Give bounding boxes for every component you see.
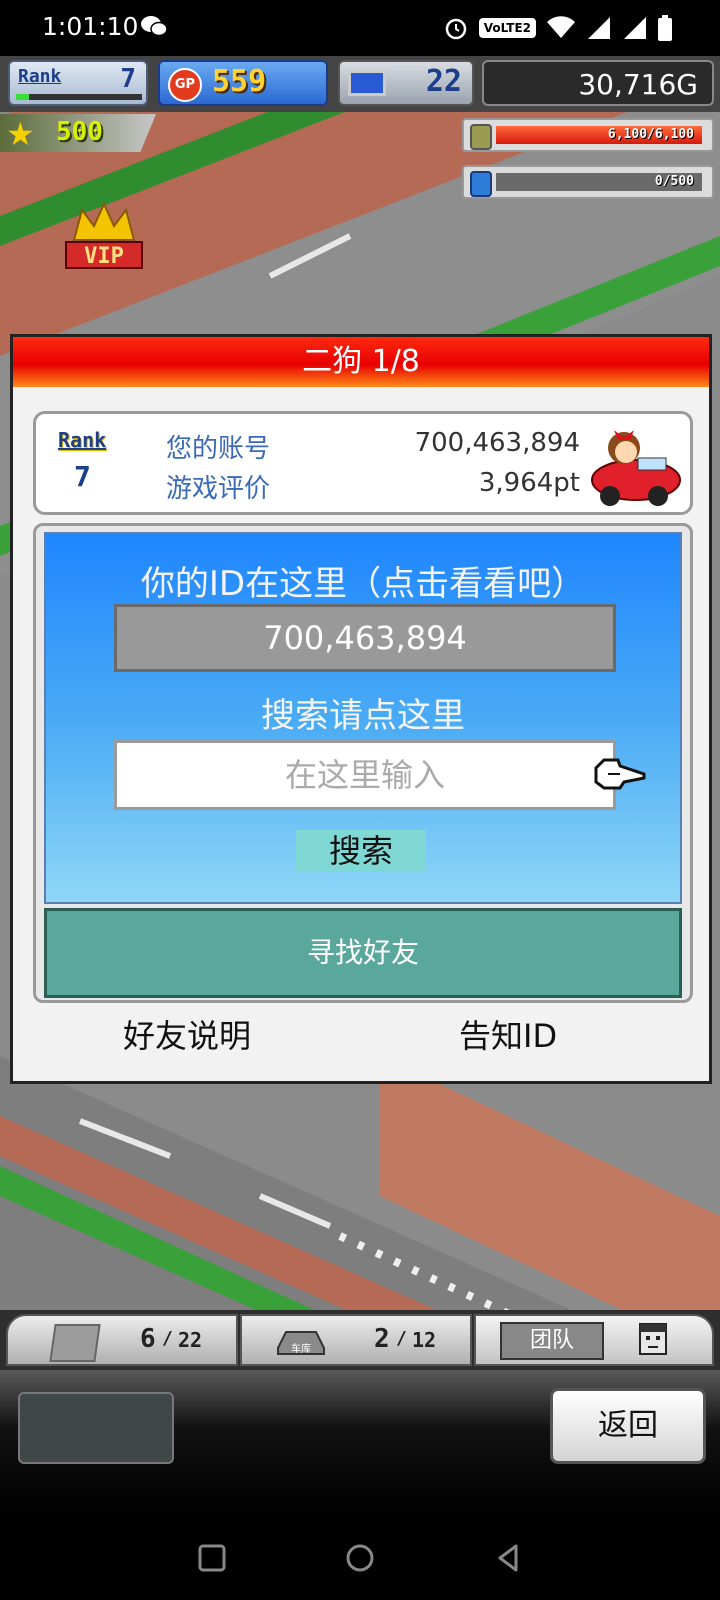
signal-icon xyxy=(624,17,646,39)
back-nav-icon[interactable] xyxy=(492,1542,524,1574)
star-icon: ★ xyxy=(6,115,35,153)
empty-slot-button[interactable] xyxy=(18,1392,174,1464)
home-icon[interactable] xyxy=(344,1542,376,1574)
profile-card: Rank 7 您的账号 700,463,894 游戏评价 3,964pt xyxy=(33,411,693,515)
vip-badge[interactable]: VIP xyxy=(64,200,144,276)
alarm-icon xyxy=(445,18,466,40)
gp-panel[interactable]: GP 559 xyxy=(158,60,328,106)
rank-progress-bar xyxy=(16,94,142,100)
gp-value: 559 xyxy=(212,64,267,99)
wechat-icon xyxy=(141,16,168,37)
crown-icon: VIP xyxy=(65,201,143,269)
garage-car-icon: 车库 xyxy=(277,1331,325,1355)
account-label: 您的账号 xyxy=(166,434,271,464)
cars-separator: / xyxy=(162,1328,173,1349)
search-button[interactable]: 搜索 xyxy=(296,830,426,872)
battery-icon xyxy=(658,15,672,41)
pc-value: 22 xyxy=(425,64,462,99)
tab-cars[interactable]: 6 / 22 xyxy=(6,1314,238,1366)
gp-coin-icon: GP xyxy=(168,68,202,102)
find-friends-button[interactable]: 寻找好友 xyxy=(44,908,682,998)
fuel-track: 6,100/6,100 xyxy=(496,126,702,144)
rank-label: Rank xyxy=(18,66,62,87)
rank-panel[interactable]: Rank 7 xyxy=(8,60,148,106)
dialog-title: 二狗 1/8 xyxy=(13,337,709,387)
avatar-car-icon xyxy=(591,430,681,506)
account-value: 700,463,894 xyxy=(414,428,580,458)
search-hint-text: 搜索请点这里 xyxy=(261,696,465,736)
friend-id-search-input[interactable] xyxy=(114,740,616,810)
money-panel[interactable]: 30,716G xyxy=(482,60,714,106)
computer-icon xyxy=(348,70,386,96)
oil-gauge[interactable]: 0/500 xyxy=(462,165,714,199)
id-search-panel: 你的ID在这里（点击看看吧） 700,463,894 搜索请点这里 搜索 xyxy=(44,532,682,904)
star-points-value: 500 xyxy=(56,117,103,147)
signal-icon xyxy=(588,17,610,39)
top-hud: Rank 7 GP 559 22 30,716G xyxy=(0,56,720,112)
status-icons: VoLTE2 xyxy=(443,14,672,42)
team-label: 团队 xyxy=(500,1322,604,1360)
pointing-hand-icon xyxy=(594,758,646,790)
profile-rank-label: Rank xyxy=(58,428,107,452)
bottom-action-bar: 返回 xyxy=(0,1370,720,1516)
cars-count: 6 xyxy=(140,1324,156,1354)
rank-progress-fill xyxy=(16,94,29,100)
my-id-box[interactable]: 700,463,894 xyxy=(114,604,616,672)
crate-icon xyxy=(49,1324,101,1362)
rating-label: 游戏评价 xyxy=(166,474,271,504)
pc-panel[interactable]: 22 xyxy=(338,60,474,106)
garage-count: 2 xyxy=(374,1324,390,1354)
cars-total: 22 xyxy=(178,1328,203,1352)
notify-id-link[interactable]: 告知ID xyxy=(459,1011,557,1057)
friends-dialog: 二狗 1/8 Rank 7 您的账号 700,463,894 游戏评价 3,96… xyxy=(10,334,712,1084)
money-value: 30,716G xyxy=(578,68,698,101)
friend-help-link[interactable]: 好友说明 xyxy=(123,1011,251,1057)
garage-separator: / xyxy=(396,1328,407,1349)
wifi-icon xyxy=(547,16,575,38)
fuel-text: 6,100/6,100 xyxy=(607,127,694,142)
star-points-panel[interactable]: ★ 500 xyxy=(0,114,156,152)
vip-text: VIP xyxy=(84,244,124,269)
oil-can-icon xyxy=(470,171,492,197)
profile-rank-value: 7 xyxy=(74,460,91,493)
rank-value: 7 xyxy=(120,64,136,94)
bottom-tab-bar: 6 / 22 车库 2 / 12 团队 xyxy=(0,1310,720,1370)
oil-track: 0/500 xyxy=(496,173,702,191)
garage-label: 车库 xyxy=(291,1342,311,1355)
staff-face-icon xyxy=(639,1323,667,1355)
fuel-barrel-icon xyxy=(470,124,492,150)
oil-text: 0/500 xyxy=(654,174,694,189)
tab-garage[interactable]: 车库 2 / 12 xyxy=(240,1314,472,1366)
status-bar: 1:01:10 VoLTE2 xyxy=(0,0,720,56)
status-time: 1:01:10 xyxy=(42,12,139,41)
id-search-frame: 你的ID在这里（点击看看吧） 700,463,894 搜索请点这里 搜索 寻找好… xyxy=(33,523,693,1003)
id-hint-text: 你的ID在这里（点击看看吧） xyxy=(140,564,586,604)
rating-value: 3,964pt xyxy=(478,468,580,498)
recent-apps-icon[interactable] xyxy=(196,1542,228,1574)
volte-badge: VoLTE2 xyxy=(478,18,536,38)
fuel-gauge[interactable]: 6,100/6,100 xyxy=(462,118,714,152)
android-nav-bar xyxy=(0,1516,720,1600)
garage-total: 12 xyxy=(412,1328,437,1352)
back-button[interactable]: 返回 xyxy=(550,1388,706,1464)
tab-team[interactable]: 团队 xyxy=(474,1314,714,1366)
